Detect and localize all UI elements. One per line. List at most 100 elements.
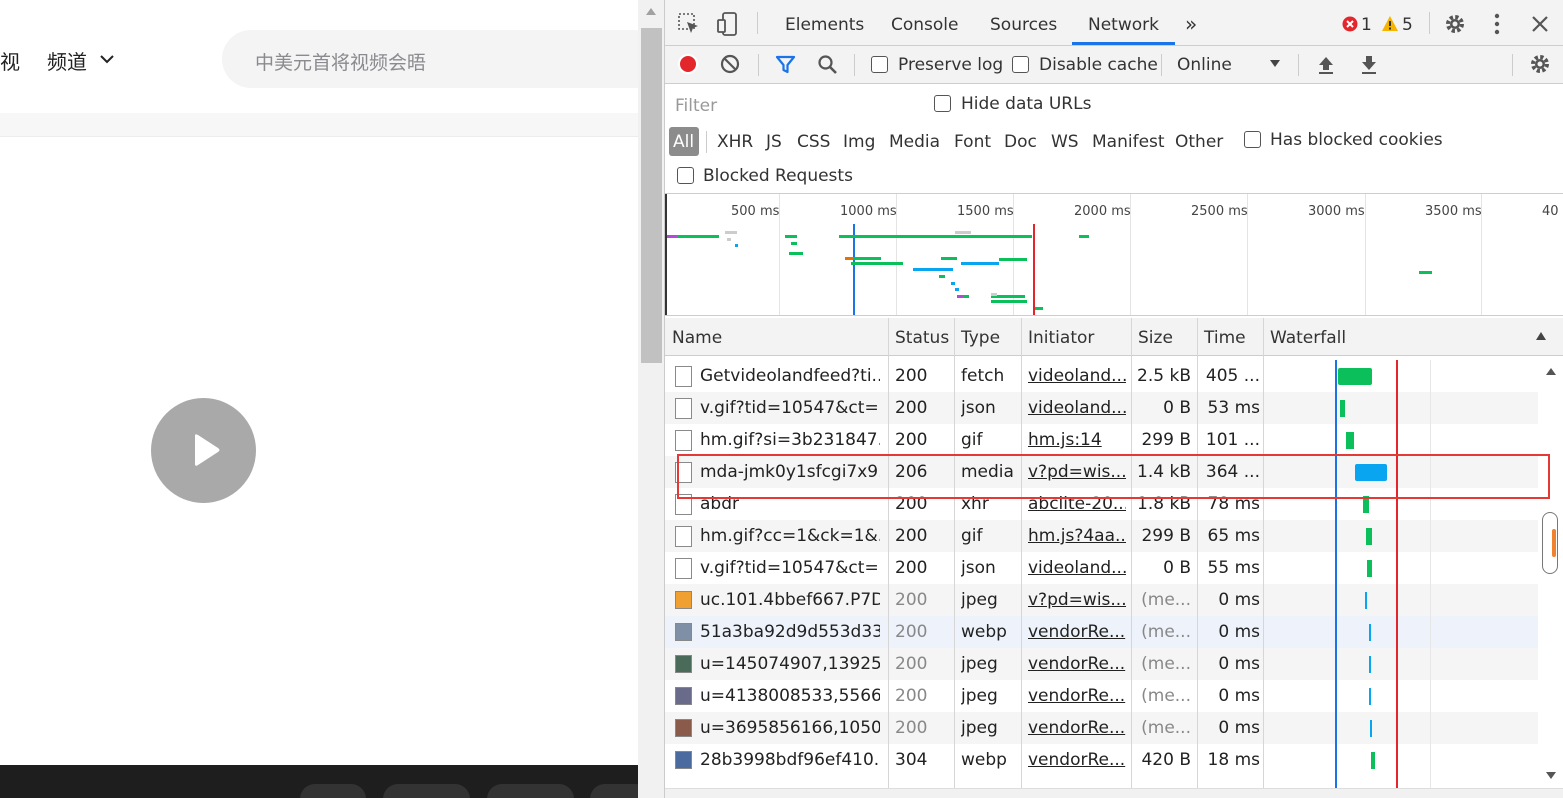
column-time[interactable]: Time — [1204, 328, 1246, 348]
tab-console[interactable]: Console — [891, 15, 959, 35]
tab-network[interactable]: Network — [1088, 15, 1159, 35]
footer-pill[interactable] — [383, 784, 470, 798]
footer-pill[interactable] — [590, 784, 638, 798]
column-status[interactable]: Status — [895, 328, 949, 348]
request-initiator[interactable]: videoland.... — [1028, 366, 1126, 386]
error-count[interactable]: 1 — [1361, 15, 1372, 35]
settings-gear-icon[interactable] — [1444, 13, 1466, 35]
waterfall-bar[interactable] — [1369, 656, 1371, 673]
table-row[interactable]: Getvideolandfeed?ti... 200 fetch videoland.… — [665, 360, 1538, 392]
filter-type-manifest[interactable]: Manifest — [1092, 132, 1165, 152]
error-icon[interactable] — [1342, 16, 1358, 32]
table-row[interactable]: u=4138008533,5566... 200 jpeg vendorRe... (m… — [665, 680, 1538, 712]
column-name[interactable]: Name — [672, 328, 722, 348]
dropdown-arrow-icon[interactable] — [1269, 59, 1281, 68]
waterfall-bar[interactable] — [1369, 688, 1371, 705]
network-settings-gear-icon[interactable] — [1529, 53, 1551, 75]
filter-input[interactable]: Filter — [669, 90, 915, 117]
footer-pill[interactable] — [487, 784, 574, 798]
filter-type-doc[interactable]: Doc — [1004, 132, 1037, 152]
table-row[interactable]: u=145074907,13925... 200 jpeg vendorRe... (m… — [665, 648, 1538, 680]
filter-funnel-icon[interactable] — [775, 55, 796, 74]
blocked-requests-label[interactable]: Blocked Requests — [703, 166, 853, 186]
table-row[interactable]: uc.101.4bbef667.P7D... 200 jpeg v?pd=wis...… — [665, 584, 1538, 616]
filter-type-all[interactable]: All — [669, 127, 699, 156]
filter-type-xhr[interactable]: XHR — [717, 132, 753, 152]
waterfall-bar[interactable] — [1338, 368, 1372, 385]
table-row[interactable]: hm.gif?cc=1&ck=1&... 200 gif hm.js?4aa... 29… — [665, 520, 1538, 552]
search-input[interactable]: 中美元首将视频会晤 — [222, 30, 638, 88]
warning-count[interactable]: 5 — [1402, 15, 1413, 35]
table-row[interactable]: v.gif?tid=10547&ct=... 200 json videoland..… — [665, 392, 1538, 424]
page-scrollbar[interactable] — [638, 0, 665, 798]
warning-icon[interactable] — [1381, 15, 1399, 32]
column-size[interactable]: Size — [1138, 328, 1173, 348]
table-row[interactable]: 28b3998bdf96ef410... 304 webp vendorRe... 42… — [665, 744, 1538, 776]
filter-type-other[interactable]: Other — [1175, 132, 1223, 152]
close-icon[interactable] — [1531, 15, 1549, 33]
request-initiator[interactable]: videoland.... — [1028, 558, 1126, 578]
search-icon[interactable] — [817, 54, 838, 75]
throttling-select[interactable]: Online — [1177, 55, 1232, 75]
waterfall-bar[interactable] — [1346, 432, 1354, 449]
sort-ascending-icon[interactable] — [1535, 331, 1547, 341]
import-har-icon[interactable] — [1316, 54, 1336, 75]
nav-item-partial[interactable]: 视 — [0, 46, 20, 75]
inspect-element-icon[interactable] — [677, 12, 701, 36]
more-options-icon[interactable] — [1494, 13, 1500, 35]
waterfall-bar[interactable] — [1367, 560, 1372, 577]
scroll-up-arrow-icon[interactable] — [1546, 368, 1556, 375]
preserve-log-label[interactable]: Preserve log — [898, 55, 1003, 75]
request-initiator[interactable]: hm.js?4aa... — [1028, 526, 1126, 546]
request-initiator[interactable]: vendorRe... — [1028, 622, 1126, 642]
scroll-down-arrow-icon[interactable] — [1546, 772, 1556, 779]
request-initiator[interactable]: hm.js:14 — [1028, 430, 1126, 450]
scrollbar-thumb[interactable] — [1542, 512, 1558, 574]
column-initiator[interactable]: Initiator — [1028, 328, 1094, 348]
record-icon[interactable] — [678, 54, 698, 74]
request-initiator[interactable]: vendorRe... — [1028, 686, 1126, 706]
waterfall-bar[interactable] — [1371, 752, 1375, 769]
more-tabs-button[interactable]: » — [1185, 12, 1197, 36]
tab-elements[interactable]: Elements — [785, 15, 864, 35]
column-waterfall[interactable]: Waterfall — [1270, 328, 1346, 348]
column-type[interactable]: Type — [961, 328, 1000, 348]
filter-type-css[interactable]: CSS — [797, 132, 830, 152]
table-row[interactable]: u=3695856166,1050... 200 jpeg vendorRe... (m… — [665, 712, 1538, 744]
footer-pill[interactable] — [300, 784, 366, 798]
waterfall-bar[interactable] — [1369, 624, 1371, 641]
export-har-icon[interactable] — [1359, 54, 1379, 75]
filter-type-ws[interactable]: WS — [1051, 132, 1079, 152]
filter-type-media[interactable]: Media — [889, 132, 940, 152]
clear-icon[interactable] — [720, 54, 740, 74]
device-toolbar-icon[interactable] — [716, 11, 740, 37]
request-initiator[interactable]: v?pd=wis... — [1028, 590, 1126, 610]
filter-type-img[interactable]: Img — [843, 132, 875, 152]
filter-type-js[interactable]: JS — [766, 132, 782, 152]
tab-sources[interactable]: Sources — [990, 15, 1057, 35]
scrollbar-thumb[interactable] — [641, 28, 662, 363]
chevron-down-icon[interactable] — [100, 54, 114, 64]
network-overview[interactable]: 500 ms 1000 ms 1500 ms 2000 ms 2500 ms 3… — [665, 194, 1563, 316]
channel-menu[interactable]: 频道 — [47, 46, 87, 75]
disable-cache-checkbox[interactable] — [1012, 56, 1029, 73]
preserve-log-checkbox[interactable] — [871, 56, 888, 73]
waterfall-bar[interactable] — [1370, 720, 1372, 737]
request-initiator[interactable]: videoland.... — [1028, 398, 1126, 418]
table-row[interactable]: v.gif?tid=10547&ct=... 200 json videoland..… — [665, 552, 1538, 584]
hide-data-urls-label[interactable]: Hide data URLs — [961, 94, 1091, 114]
has-blocked-cookies-checkbox[interactable] — [1244, 131, 1261, 148]
waterfall-bar[interactable] — [1365, 592, 1367, 609]
filter-type-font[interactable]: Font — [954, 132, 991, 152]
table-row[interactable]: hm.gif?si=3b231847... 200 gif hm.js:14 299 B… — [665, 424, 1538, 456]
request-initiator[interactable]: vendorRe... — [1028, 718, 1126, 738]
table-row[interactable]: 51a3ba92d9d553d33... 200 webp vendorRe... (m… — [665, 616, 1538, 648]
request-list-scrollbar[interactable] — [1538, 360, 1563, 788]
scroll-up-arrow-icon[interactable] — [646, 8, 656, 15]
hide-data-urls-checkbox[interactable] — [934, 95, 951, 112]
has-blocked-cookies-label[interactable]: Has blocked cookies — [1270, 130, 1443, 150]
waterfall-bar[interactable] — [1366, 528, 1372, 545]
play-button[interactable] — [151, 398, 256, 503]
disable-cache-label[interactable]: Disable cache — [1039, 55, 1158, 75]
blocked-requests-checkbox[interactable] — [677, 167, 694, 184]
